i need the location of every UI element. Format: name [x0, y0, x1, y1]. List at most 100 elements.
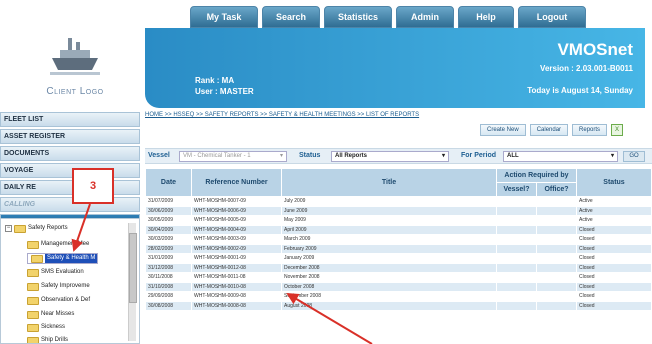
column-group-action-required: Action Required by — [496, 168, 577, 183]
cell-status: Closed — [576, 272, 652, 283]
tree-node-sickness[interactable]: Sickness — [27, 322, 65, 333]
breadcrumb[interactable]: HOME >> HSSEQ >> SAFETY REPORTS >> SAFET… — [145, 112, 419, 118]
cell-title[interactable]: December 2008 — [281, 262, 497, 273]
tree-node-safety-improvement[interactable]: Safety Improveme — [27, 281, 90, 292]
tree-node-observation-deficiency[interactable]: Observation & Def — [27, 295, 90, 306]
tab-help[interactable]: Help — [458, 6, 514, 28]
cell-title[interactable]: July 2009 — [281, 196, 497, 207]
table-row[interactable]: 30/11/2008 WHT-MOSHM-0011-08 November 2008… — [145, 272, 652, 283]
tree-node-safety-health-meetings[interactable]: Safety & Health M — [27, 253, 99, 264]
status-select-value: All Reports — [335, 153, 368, 159]
cell-office-action — [536, 196, 577, 207]
logo-text: Client Logo — [46, 86, 104, 97]
calendar-button[interactable]: Calendar — [529, 124, 569, 136]
folder-icon — [27, 323, 39, 332]
tree-node-near-misses[interactable]: Near Misses — [27, 309, 74, 320]
folder-icon — [27, 282, 39, 291]
tree-node-label: Safety Reports — [28, 225, 68, 231]
folder-icon — [31, 254, 43, 263]
user-rank: Rank : MA — [195, 76, 235, 85]
column-header-office[interactable]: Office? — [536, 182, 577, 197]
table-row[interactable]: 30/04/2009 WHT-MOSHM-0004-09 April 2009 Clo… — [145, 224, 652, 235]
sidebar-item-voyage[interactable]: VOYAGE — [0, 163, 140, 178]
cell-title[interactable]: April 2009 — [281, 224, 497, 235]
tab-logout[interactable]: Logout — [518, 6, 586, 28]
folder-icon — [14, 224, 26, 233]
tree-node-sms-evaluation[interactable]: SMS Evaluation — [27, 267, 84, 278]
cell-vessel-action — [496, 243, 537, 254]
reports-table-body: 31/07/2009 WHT-MOSHM-0007-09 July 2009 Acti… — [145, 196, 652, 311]
cell-office-action — [536, 272, 577, 283]
table-row[interactable]: 30/06/2009 WHT-MOSHM-0006-09 June 2009 Acti… — [145, 205, 652, 216]
cell-title[interactable]: September 2008 — [281, 291, 497, 302]
reports-button[interactable]: Reports — [572, 124, 608, 136]
sidebar-item-documents[interactable]: DOCUMENTS — [0, 146, 140, 161]
status-label: Status — [299, 152, 321, 159]
cell-title[interactable]: August 2008 — [281, 300, 497, 311]
tree-scrollbar[interactable] — [128, 223, 137, 341]
period-select[interactable]: ALL ▾ — [503, 151, 618, 162]
chevron-down-icon: ▾ — [610, 153, 614, 159]
column-header-date[interactable]: Date — [145, 168, 192, 197]
tree-scrollbar-thumb[interactable] — [129, 233, 137, 303]
excel-export-icon[interactable]: X — [611, 124, 624, 136]
column-header-reference[interactable]: Reference Number — [191, 168, 282, 197]
cell-reference: WHT-MOSHM-0002-09 — [191, 243, 282, 254]
create-new-button[interactable]: Create New — [480, 124, 526, 136]
tab-statistics[interactable]: Statistics — [324, 6, 392, 28]
cell-status: Closed — [576, 281, 652, 292]
today-date: Today is August 14, Sunday — [527, 86, 633, 95]
cell-title[interactable]: November 2008 — [281, 272, 497, 283]
folder-icon — [27, 310, 39, 319]
cell-title[interactable]: February 2009 — [281, 243, 497, 254]
cell-status: Active — [576, 196, 652, 207]
table-row[interactable]: 31/10/2008 WHT-MOSHM-0010-08 October 2008 C… — [145, 281, 652, 292]
cell-vessel-action — [496, 272, 537, 283]
cell-title[interactable]: March 2009 — [281, 234, 497, 245]
tab-search[interactable]: Search — [262, 6, 320, 28]
sidebar-item-daily-reporting[interactable]: DAILY RE NG — [0, 180, 140, 195]
status-select[interactable]: All Reports ▾ — [331, 151, 449, 162]
tab-admin[interactable]: Admin — [396, 6, 454, 28]
table-row[interactable]: 31/12/2008 WHT-MOSHM-0012-08 December 2008… — [145, 262, 652, 273]
vessel-select[interactable]: VM - Chemical Tanker - 1 ▾ — [179, 151, 287, 162]
column-header-vessel[interactable]: Vessel? — [496, 182, 537, 197]
cell-title[interactable]: May 2009 — [281, 215, 497, 226]
cell-title[interactable]: June 2009 — [281, 205, 497, 216]
sidebar-item-fleet-list[interactable]: FLEET LIST — [0, 112, 140, 127]
table-row[interactable]: 31/01/2009 WHT-MOSHM-0001-09 January 2009 C… — [145, 253, 652, 264]
tree-node-safety-reports[interactable]: − Safety Reports — [5, 223, 68, 234]
cell-reference: WHT-MOSHM-0010-08 — [191, 281, 282, 292]
cell-status: Closed — [576, 253, 652, 264]
chevron-down-icon: ▾ — [441, 153, 445, 159]
cell-date: 28/02/2009 — [145, 243, 192, 254]
tab-my-task[interactable]: My Task — [190, 6, 258, 28]
app-name: VMOSnet — [557, 40, 633, 59]
cell-reference: WHT-MOSHM-0012-08 — [191, 262, 282, 273]
table-row[interactable]: 30/03/2009 WHT-MOSHM-0003-09 March 2009 Clo… — [145, 234, 652, 245]
tree-node-management-meetings[interactable]: Management Mee — [27, 239, 89, 250]
cell-office-action — [536, 253, 577, 264]
cell-title[interactable]: October 2008 — [281, 281, 497, 292]
table-row[interactable]: 31/07/2009 WHT-MOSHM-0007-09 July 2009 Acti… — [145, 196, 652, 207]
column-header-status[interactable]: Status — [576, 168, 652, 197]
tree-node-label: Near Misses — [41, 311, 75, 317]
sidebar-item-calling[interactable]: CALLING — [0, 197, 140, 212]
cell-vessel-action — [496, 205, 537, 216]
cell-office-action — [536, 205, 577, 216]
tree-node-label: Ship Drills — [41, 337, 69, 343]
go-button[interactable]: GO — [623, 151, 645, 162]
folder-icon — [27, 336, 39, 343]
table-row[interactable]: 28/02/2009 WHT-MOSHM-0002-09 February 2009… — [145, 243, 652, 254]
cell-title[interactable]: January 2009 — [281, 253, 497, 264]
cell-vessel-action — [496, 291, 537, 302]
cell-reference: WHT-MOSHM-0007-09 — [191, 196, 282, 207]
table-row[interactable]: 29/09/2008 WHT-MOSHM-0009-08 September 200… — [145, 291, 652, 302]
sidebar-item-asset-register[interactable]: ASSET REGISTER — [0, 129, 140, 144]
cell-reference: WHT-MOSHM-0004-09 — [191, 224, 282, 235]
collapse-icon[interactable]: − — [5, 225, 12, 232]
tree-node-ship-drills[interactable]: Ship Drills — [27, 335, 69, 343]
column-header-title[interactable]: Title — [281, 168, 497, 197]
table-row[interactable]: 30/08/2008 WHT-MOSHM-0008-08 August 2008 Cl… — [145, 300, 652, 311]
table-row[interactable]: 30/05/2009 WHT-MOSHM-0005-09 May 2009 Activ… — [145, 215, 652, 226]
